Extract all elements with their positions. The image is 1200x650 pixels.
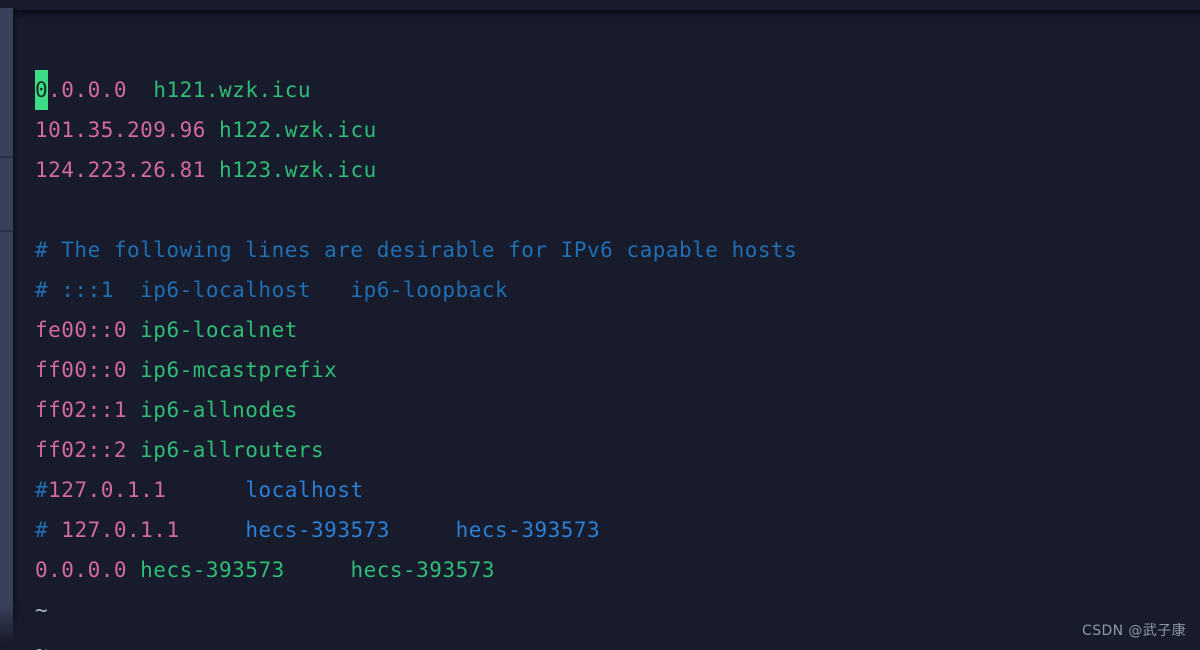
blank-line[interactable] bbox=[35, 190, 1185, 230]
buffer-token: ip6-mcastprefix bbox=[140, 358, 338, 382]
buffer-token: ff02::2 bbox=[35, 438, 141, 462]
comment-ipv6-header[interactable]: # The following lines are desirable for … bbox=[35, 230, 1185, 270]
buffer-token: hecs-393573 bbox=[350, 558, 496, 582]
left-window-gutter bbox=[0, 8, 13, 650]
buffer-token: fe00::0 bbox=[35, 318, 141, 342]
buffer-token: # :::1 ip6-localhost ip6-loopback bbox=[35, 278, 509, 302]
buffer-token: hecs-393573 bbox=[245, 518, 390, 542]
buffer-token: ~ bbox=[35, 638, 49, 650]
gutter-edge-shadow bbox=[13, 8, 19, 650]
buffer-token bbox=[166, 478, 245, 502]
buffer-token: localhost bbox=[245, 478, 364, 502]
empty-buffer-marker[interactable]: ~ bbox=[35, 590, 1185, 630]
text-cursor: 0 bbox=[35, 70, 49, 110]
buffer-token: ip6-allrouters bbox=[140, 438, 325, 462]
buffer-token bbox=[180, 518, 246, 542]
host-entry-ip6-localnet[interactable]: fe00::0 ip6-localnet bbox=[35, 310, 1185, 350]
buffer-token bbox=[35, 198, 48, 222]
buffer-token: hecs-393573 bbox=[455, 518, 601, 542]
buffer-token: 0.0.0.0 bbox=[35, 558, 141, 582]
csdn-watermark: CSDN @武子康 bbox=[1082, 623, 1186, 639]
window-top-shadow bbox=[0, 10, 1200, 18]
host-entry-hecs[interactable]: 0.0.0.0 hecs-393573 hecs-393573 bbox=[35, 550, 1185, 590]
comment-localhost[interactable]: #127.0.1.1 localhost bbox=[35, 470, 1185, 510]
buffer-token: ~ bbox=[35, 598, 49, 622]
host-entry-h121[interactable]: 0.0.0.0 h121.wzk.icu bbox=[35, 70, 1185, 110]
host-entry-h123[interactable]: 124.223.26.81 h123.wzk.icu bbox=[35, 150, 1185, 190]
gutter-bottom-fade bbox=[0, 604, 19, 650]
buffer-token: h123.wzk.icu bbox=[219, 158, 377, 182]
buffer-token bbox=[390, 518, 456, 542]
buffer-token: .0.0.0 bbox=[48, 78, 154, 102]
buffer-token: h121.wzk.icu bbox=[153, 78, 312, 102]
gutter-seam bbox=[0, 156, 13, 158]
text-buffer[interactable]: 0.0.0.0 h121.wzk.icu 101.35.209.96 h122.w… bbox=[35, 70, 1185, 650]
buffer-token: hecs-393573 bbox=[140, 558, 285, 582]
buffer-token: ff00::0 bbox=[35, 358, 141, 382]
empty-buffer-marker[interactable]: ~ bbox=[35, 630, 1185, 650]
comment-ip6-localhost[interactable]: # :::1 ip6-localhost ip6-loopback bbox=[35, 270, 1185, 310]
buffer-token: # bbox=[35, 478, 49, 502]
gutter-seam bbox=[0, 230, 13, 232]
buffer-token: ip6-localnet bbox=[140, 318, 298, 342]
comment-hecs[interactable]: # 127.0.1.1 hecs-393573 hecs-393573 bbox=[35, 510, 1185, 550]
buffer-token bbox=[285, 558, 351, 582]
buffer-token: 124.223.26.81 bbox=[35, 158, 220, 182]
host-entry-ip6-allrouters[interactable]: ff02::2 ip6-allrouters bbox=[35, 430, 1185, 470]
host-entry-ip6-allnodes[interactable]: ff02::1 ip6-allnodes bbox=[35, 390, 1185, 430]
host-entry-h122[interactable]: 101.35.209.96 h122.wzk.icu bbox=[35, 110, 1185, 150]
terminal-screen: 0.0.0.0 h121.wzk.icu 101.35.209.96 h122.w… bbox=[0, 0, 1200, 650]
buffer-token: 127.0.1.1 bbox=[48, 478, 167, 502]
host-entry-ip6-mcastprefix[interactable]: ff00::0 ip6-mcastprefix bbox=[35, 350, 1185, 390]
buffer-token: ff02::1 bbox=[35, 398, 141, 422]
buffer-token: ip6-allnodes bbox=[140, 398, 298, 422]
buffer-token: h122.wzk.icu bbox=[219, 118, 377, 142]
buffer-token: 127.0.1.1 bbox=[61, 518, 180, 542]
buffer-token: 101.35.209.96 bbox=[35, 118, 220, 142]
buffer-token: # The following lines are desirable for … bbox=[35, 238, 798, 262]
buffer-token: # bbox=[35, 518, 62, 542]
